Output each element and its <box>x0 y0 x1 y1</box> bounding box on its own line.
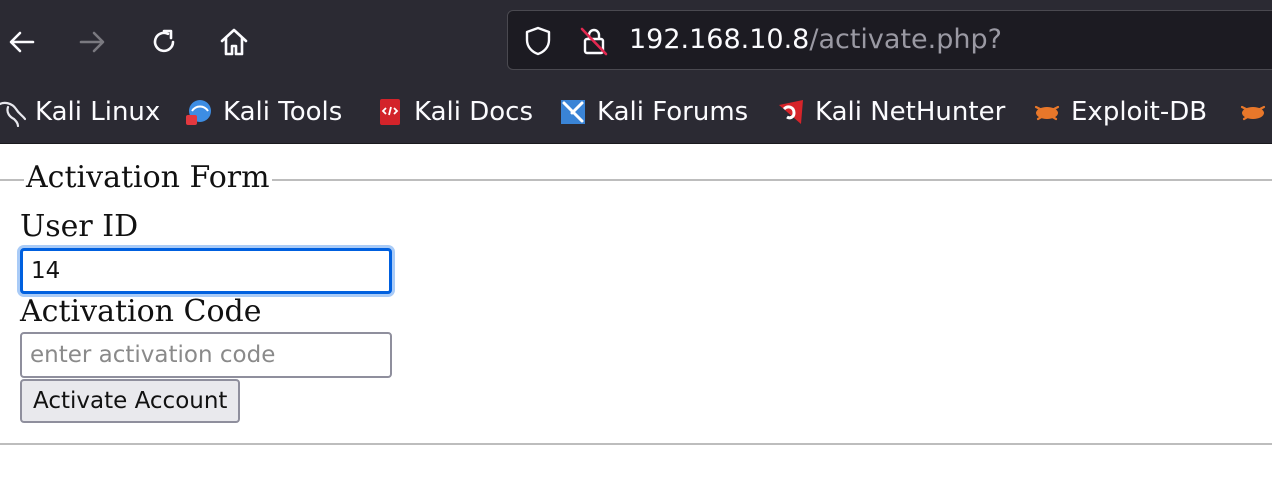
user-id-input[interactable] <box>20 248 392 294</box>
bookmark-kali-linux[interactable]: Kali Linux <box>0 84 160 140</box>
url-path: /activate.php? <box>809 24 1002 55</box>
kali-forums-icon <box>558 97 588 127</box>
kali-tools-icon <box>184 97 214 127</box>
insecure-lock-icon[interactable] <box>578 25 610 61</box>
bookmark-kali-nethunter[interactable]: Kali NetHunter <box>776 84 1005 140</box>
kali-dragon-icon <box>0 97 26 127</box>
form-legend: Activation Form <box>24 158 272 198</box>
reload-button[interactable] <box>144 22 184 62</box>
home-icon <box>220 28 248 56</box>
shield-icon[interactable] <box>522 25 554 61</box>
reload-icon <box>153 29 175 53</box>
bookmark-label: Kali Docs <box>414 97 534 127</box>
home-button[interactable] <box>214 22 254 62</box>
fieldset-border-bottom <box>0 443 1272 445</box>
user-id-label: User ID <box>20 209 139 244</box>
bookmark-label: Kali Linux <box>35 97 161 127</box>
kali-docs-icon <box>375 97 405 127</box>
browser-toolbar: 192.168.10.8/activate.php? <box>0 0 1272 84</box>
exploit-db-icon <box>1032 97 1062 127</box>
bookmark-label: Exploit-DB <box>1071 97 1208 127</box>
url-bar[interactable]: 192.168.10.8/activate.php? <box>507 10 1272 70</box>
bookmark-exploit-db[interactable]: Exploit-DB <box>1032 84 1207 140</box>
arrow-left-icon <box>9 31 35 53</box>
activation-code-input[interactable] <box>20 332 392 378</box>
back-button[interactable] <box>2 22 42 62</box>
bookmark-kali-forums[interactable]: Kali Forums <box>558 84 748 140</box>
bookmark-overflow-item[interactable] <box>1238 84 1268 140</box>
activation-code-label: Activation Code <box>20 294 262 329</box>
url-text: 192.168.10.8/activate.php? <box>629 23 1002 57</box>
kali-nethunter-icon <box>776 97 806 127</box>
activate-account-button[interactable]: Activate Account <box>20 379 241 423</box>
bookmark-label: Kali NetHunter <box>815 97 1006 127</box>
forward-button[interactable] <box>72 22 112 62</box>
bookmarks-bar: Kali Linux Kali Tools Kali Docs Kali For… <box>0 84 1272 144</box>
bookmark-label: Kali Tools <box>223 97 343 127</box>
url-host: 192.168.10.8 <box>629 24 810 55</box>
bookmark-kali-tools[interactable]: Kali Tools <box>184 84 342 140</box>
bookmark-kali-docs[interactable]: Kali Docs <box>375 84 533 140</box>
arrow-right-icon <box>79 31 105 53</box>
bookmark-label: Kali Forums <box>597 97 749 127</box>
exploit-db-icon <box>1238 97 1268 127</box>
